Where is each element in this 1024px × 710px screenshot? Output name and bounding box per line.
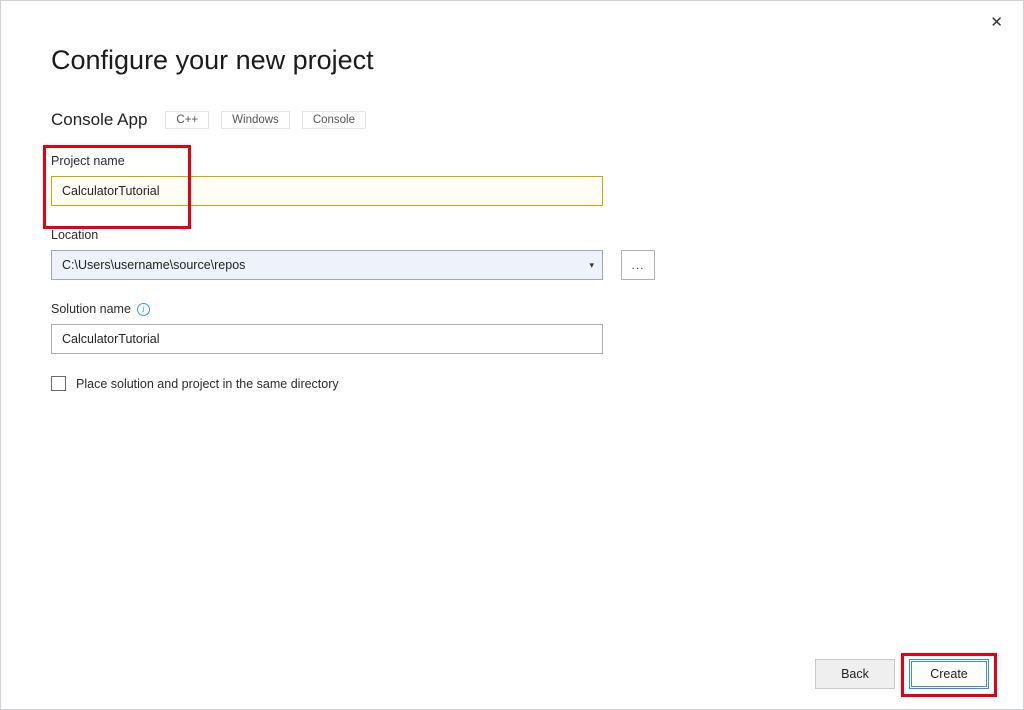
template-subtitle: Console App C++ Windows Console [51, 110, 973, 130]
dialog-footer: Back Create [815, 659, 989, 689]
location-label: Location [51, 228, 973, 242]
dialog-content: Configure your new project Console App C… [1, 1, 1023, 391]
location-group: Location C:\Users\username\source\repos … [51, 228, 973, 280]
same-directory-label: Place solution and project in the same d… [76, 377, 339, 391]
tag-console: Console [302, 111, 366, 129]
location-combo[interactable]: C:\Users\username\source\repos ▾ [51, 250, 603, 280]
location-value: C:\Users\username\source\repos [62, 258, 245, 272]
page-title: Configure your new project [51, 45, 973, 76]
create-button[interactable]: Create [909, 659, 989, 689]
close-button[interactable]: ✕ [984, 11, 1009, 34]
chevron-down-icon: ▾ [589, 260, 594, 271]
info-icon[interactable]: i [137, 303, 150, 316]
solution-name-group: Solution name i [51, 302, 973, 354]
solution-name-input[interactable] [51, 324, 603, 354]
project-name-input[interactable] [51, 176, 603, 206]
template-name: Console App [51, 110, 147, 130]
project-name-group: Project name [51, 154, 973, 206]
solution-name-label: Solution name i [51, 302, 973, 316]
tag-windows: Windows [221, 111, 290, 129]
same-directory-row: Place solution and project in the same d… [51, 376, 973, 391]
same-directory-checkbox[interactable] [51, 376, 66, 391]
browse-button[interactable]: ... [621, 250, 655, 280]
project-name-label: Project name [51, 154, 973, 168]
tag-cpp: C++ [165, 111, 209, 129]
solution-name-label-text: Solution name [51, 302, 131, 316]
back-button[interactable]: Back [815, 659, 895, 689]
